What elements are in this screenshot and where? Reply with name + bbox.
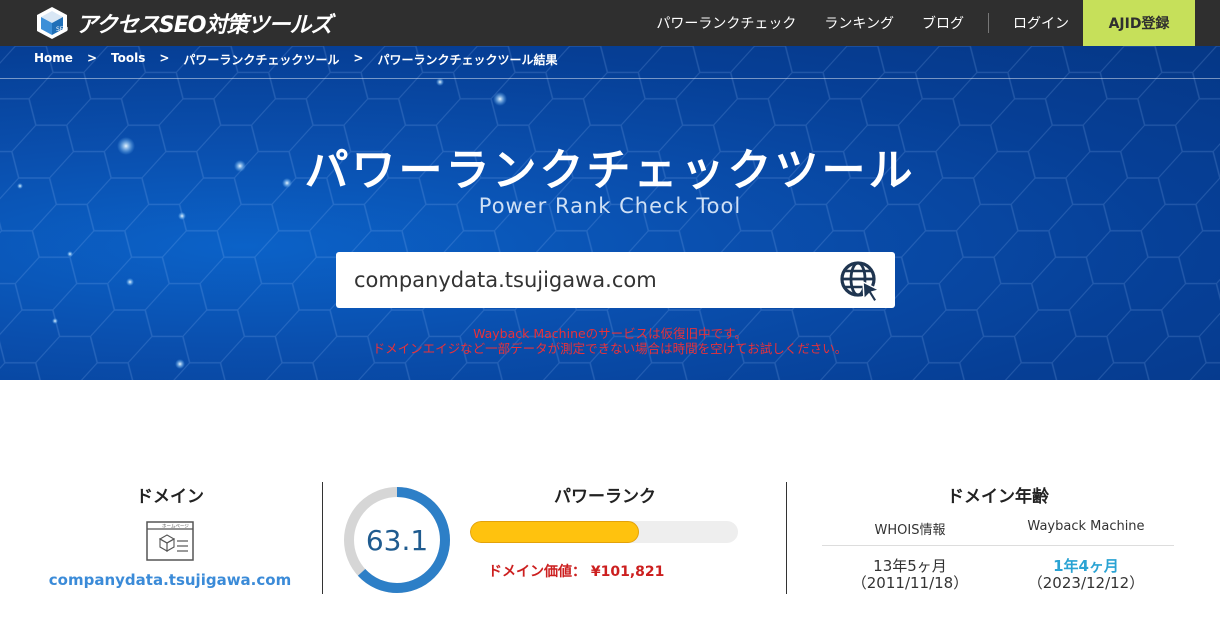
breadcrumb-home[interactable]: Home <box>34 51 73 68</box>
hero-section: Home > Tools > パワーランクチェックツール > パワーランクチェッ… <box>0 46 1220 380</box>
logo-text: アクセスSEO対策ツールズ <box>76 13 332 38</box>
domain-age-values: 13年5ヶ月 （2011/11/18） 1年4ヶ月 （2023/12/12） <box>822 558 1174 592</box>
power-rank-gauge: 63.1 <box>344 487 450 593</box>
svg-text:SEO: SEO <box>56 26 69 33</box>
wayback-label: Wayback Machine <box>1027 519 1145 534</box>
wayback-value: 1年4ヶ月 （2023/12/12） <box>998 558 1174 592</box>
page-title: パワーランクチェックツール <box>304 145 916 196</box>
domain-search-box <box>336 252 895 308</box>
domain-age-column: ドメイン年齢 WHOIS情報 Wayback Machine 13年5ヶ月 （2… <box>822 482 1174 592</box>
result-section: ドメイン ホームページ companydata.tsujigawa.com 63… <box>0 380 1220 628</box>
globe-cursor-icon[interactable] <box>839 260 881 302</box>
nav-power-rank-check[interactable]: パワーランクチェック <box>656 13 796 33</box>
power-rank-column: パワーランク ドメイン価値： ¥101,821 <box>470 482 740 581</box>
domain-age-heading: ドメイン年齢 <box>947 487 1049 507</box>
power-rank-bar <box>470 521 738 543</box>
whois-age: 13年5ヶ月 <box>873 557 947 575</box>
whois-date: （2011/11/18） <box>851 574 969 592</box>
site-logo[interactable]: SEO アクセスSEO対策ツールズ <box>34 5 332 41</box>
domain-age-divider <box>822 545 1174 546</box>
whois-label: WHOIS情報 <box>874 523 946 538</box>
register-button[interactable]: AJID登録 <box>1083 0 1195 46</box>
wayback-age[interactable]: 1年4ヶ月 <box>998 558 1174 575</box>
page-subtitle: Power Rank Check Tool <box>478 194 742 218</box>
notice-line-2: ドメインエイジなど一部データが測定できない場合は時間を空けてお試しください。 <box>372 341 848 356</box>
cube-logo-icon: SEO <box>37 7 69 39</box>
column-divider <box>322 482 323 594</box>
power-rank-bar-fill <box>470 521 639 543</box>
breadcrumb-power-rank-tool[interactable]: パワーランクチェックツール <box>183 51 339 68</box>
power-rank-score: 63.1 <box>366 524 428 557</box>
breadcrumb-separator: > <box>353 51 364 65</box>
main-nav: パワーランクチェック ランキング ブログ ログイン AJID登録 <box>628 0 1195 46</box>
domain-heading: ドメイン <box>136 487 204 507</box>
nav-divider <box>988 13 989 33</box>
svg-text:ホームページ: ホームページ <box>162 524 189 530</box>
nav-ranking[interactable]: ランキング <box>824 13 894 33</box>
top-navigation-bar: SEO アクセスSEO対策ツールズ パワーランクチェック ランキング ブログ ロ… <box>0 0 1220 46</box>
homepage-icon: ホームページ <box>146 521 194 561</box>
notice-line-1: Wayback Machineのサービスは仮復旧中です。 <box>473 326 747 341</box>
service-notice: Wayback Machineのサービスは仮復旧中です。 ドメインエイジなど一部… <box>0 326 1220 356</box>
domain-value-amount: ¥101,821 <box>590 564 665 580</box>
domain-value: ドメイン価値： ¥101,821 <box>488 561 740 581</box>
breadcrumb-underline <box>0 78 1220 79</box>
domain-column: ドメイン ホームページ companydata.tsujigawa.com <box>40 482 300 589</box>
login-link[interactable]: ログイン <box>1013 13 1069 33</box>
domain-link[interactable]: companydata.tsujigawa.com <box>40 571 300 589</box>
power-rank-heading: パワーランク <box>554 487 656 507</box>
breadcrumb-separator: > <box>86 51 97 65</box>
domain-age-headers: WHOIS情報 Wayback Machine <box>822 519 1174 538</box>
breadcrumb-separator: > <box>159 51 170 65</box>
nav-blog[interactable]: ブログ <box>922 13 964 33</box>
breadcrumb-current: パワーランクチェックツール結果 <box>377 53 558 67</box>
domain-input[interactable] <box>354 268 824 292</box>
breadcrumb: Home > Tools > パワーランクチェックツール > パワーランクチェッ… <box>34 51 558 68</box>
whois-value: 13年5ヶ月 （2011/11/18） <box>822 558 998 592</box>
breadcrumb-tools[interactable]: Tools <box>111 51 145 68</box>
domain-value-label: ドメイン価値： <box>488 564 586 580</box>
wayback-date: （2023/12/12） <box>1027 574 1145 592</box>
column-divider <box>786 482 787 594</box>
